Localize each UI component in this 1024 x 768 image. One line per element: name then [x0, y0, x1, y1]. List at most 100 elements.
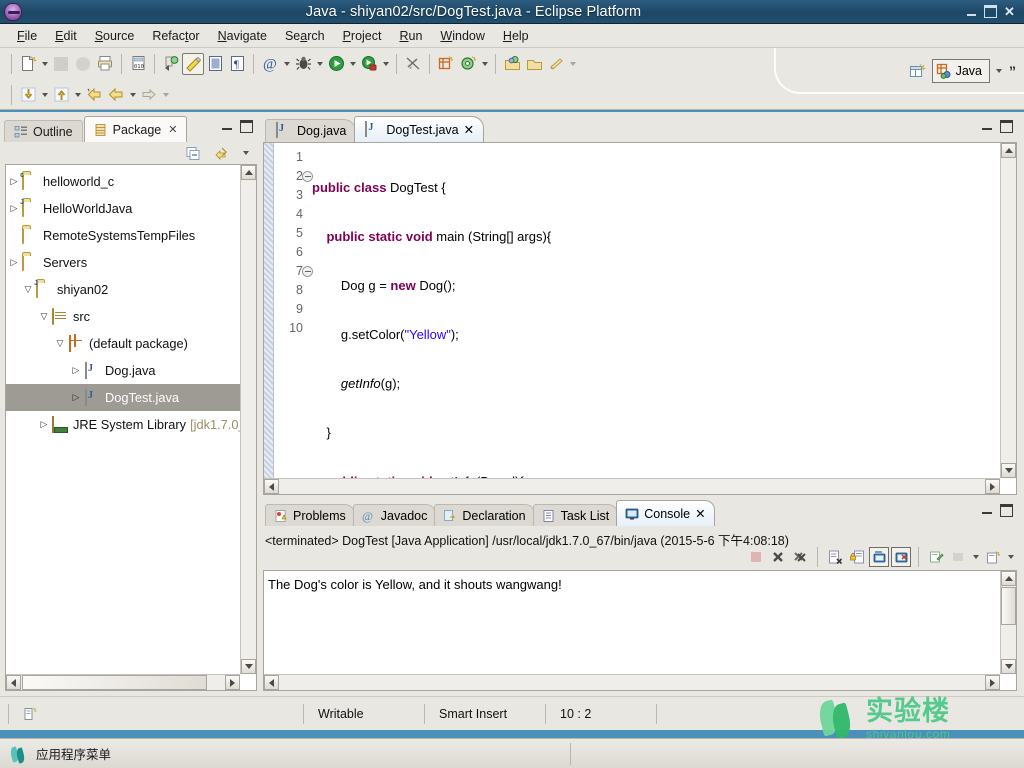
console-vertical-scrollbar[interactable]: [1000, 571, 1016, 674]
show-console-on-out-button[interactable]: [869, 547, 889, 567]
collapse-all-button[interactable]: [182, 142, 204, 164]
forward-arrow-dropdown[interactable]: [160, 84, 171, 106]
display-selected-console-button[interactable]: [948, 547, 968, 567]
scroll-left-button[interactable]: [6, 675, 21, 690]
scroll-up-button[interactable]: [241, 165, 256, 180]
application-menu-label[interactable]: 应用程序菜单: [36, 744, 111, 763]
save-button[interactable]: [50, 53, 72, 75]
close-button[interactable]: ✕: [1003, 5, 1016, 18]
tree-item-shiyan02[interactable]: ▽ J shiyan02: [6, 276, 242, 303]
scroll-down-button[interactable]: [241, 659, 256, 674]
remove-all-launches-button[interactable]: [790, 547, 810, 567]
tree-scrollbar-thumb[interactable]: [22, 675, 207, 690]
editor-vertical-scrollbar[interactable]: [1000, 143, 1016, 478]
menu-search[interactable]: Search: [276, 26, 334, 46]
print-button[interactable]: [94, 53, 116, 75]
scroll-right-button[interactable]: [225, 675, 240, 690]
run-button[interactable]: [325, 53, 347, 75]
tab-declaration[interactable]: Declaration: [434, 504, 535, 526]
annotation-ruler[interactable]: [264, 143, 274, 478]
minimize-button[interactable]: [965, 5, 978, 18]
tab-task-list[interactable]: Task List: [532, 504, 619, 526]
project-tree[interactable]: ▷ c helloworld_c ▷ J HelloWorldJava Remo…: [5, 164, 257, 691]
maximize-button[interactable]: [984, 5, 997, 18]
display-console-arrow[interactable]: [970, 546, 981, 568]
scroll-right-button[interactable]: [985, 479, 1000, 494]
shiyanlou-leaf-icon[interactable]: [9, 745, 28, 764]
build-all-button[interactable]: 010: [127, 53, 149, 75]
tab-outline[interactable]: Outline: [4, 120, 83, 142]
toolbar-overflow-indicator[interactable]: ”: [1009, 63, 1016, 79]
menu-file[interactable]: File: [8, 26, 46, 46]
tab-problems[interactable]: Problems: [265, 504, 355, 526]
remove-launch-button[interactable]: [768, 547, 788, 567]
perspective-java-button[interactable]: Java: [931, 59, 990, 83]
chevron-down-icon[interactable]: ▽: [36, 311, 52, 322]
editor-horizontal-scrollbar[interactable]: [264, 478, 1000, 494]
tree-horizontal-scrollbar[interactable]: [6, 674, 240, 690]
scroll-left-button[interactable]: [264, 675, 279, 690]
tree-item-helloworld_c[interactable]: ▷ c helloworld_c: [6, 168, 242, 195]
new-class-button[interactable]: [457, 53, 479, 75]
tree-vertical-scrollbar[interactable]: [240, 165, 256, 674]
tree-item-remotesystemstempfiles[interactable]: RemoteSystemsTempFiles: [6, 222, 242, 249]
back-arrow-dropdown[interactable]: [127, 84, 138, 106]
scroll-left-button[interactable]: [264, 479, 279, 494]
menu-refactor[interactable]: Refactor: [143, 26, 208, 46]
menu-source[interactable]: Source: [86, 26, 144, 46]
open-console-arrow[interactable]: [1005, 546, 1016, 568]
step-return-button[interactable]: [50, 84, 72, 106]
new-annotation-button[interactable]: @: [259, 53, 281, 75]
maximize-editor-button[interactable]: [1000, 120, 1013, 133]
tab-javadoc[interactable]: @ Javadoc: [352, 504, 437, 526]
back-button[interactable]: [105, 84, 127, 106]
console-output-area[interactable]: The Dog's color is Yellow, and it shouts…: [263, 570, 1017, 691]
maximize-view-button[interactable]: [240, 120, 253, 133]
open-perspective-button[interactable]: [907, 60, 929, 82]
step-return-arrow[interactable]: [72, 84, 83, 106]
chevron-right-icon[interactable]: ▷: [36, 419, 52, 430]
close-icon[interactable]: ✕: [168, 123, 177, 136]
step-into-arrow[interactable]: [39, 84, 50, 106]
activate-task-arrow[interactable]: [567, 53, 578, 75]
console-horizontal-scrollbar[interactable]: [264, 674, 1000, 690]
activate-task-button[interactable]: [545, 53, 567, 75]
tree-item-dogtest-java[interactable]: ▷ DogTest.java: [6, 384, 242, 411]
tab-package-explorer[interactable]: Package ✕: [83, 116, 188, 142]
new-annotation-arrow[interactable]: [281, 53, 292, 75]
forward-button[interactable]: [138, 84, 160, 106]
new-class-arrow[interactable]: [479, 53, 490, 75]
previous-edit-button[interactable]: [83, 84, 105, 106]
skip-breakpoints-button[interactable]: [402, 53, 424, 75]
chevron-down-icon[interactable]: ▽: [52, 338, 68, 349]
menu-help[interactable]: Help: [494, 26, 538, 46]
close-task-button[interactable]: [523, 53, 545, 75]
editor-tab-dogtest-java[interactable]: DogTest.java ✕: [354, 116, 485, 142]
tree-item-dog-java[interactable]: ▷ Dog.java: [6, 357, 242, 384]
minimize-console-button[interactable]: [981, 504, 994, 517]
editor-tab-dog-java[interactable]: Dog.java: [265, 119, 357, 142]
toggle-markoccurrences-button[interactable]: [182, 52, 204, 75]
tree-item-jre-system-library[interactable]: ▷ JRE System Library [jdk1.7.0_6: [6, 411, 242, 438]
scroll-up-button[interactable]: [1001, 571, 1016, 586]
clear-console-button[interactable]: [825, 547, 845, 567]
new-wizard-button[interactable]: [17, 53, 39, 75]
show-whitespace-button[interactable]: [204, 53, 226, 75]
tab-console[interactable]: Console ✕: [616, 500, 715, 526]
chevron-right-icon[interactable]: ▷: [6, 257, 22, 268]
minimize-view-button[interactable]: [221, 120, 234, 133]
save-all-button[interactable]: [72, 53, 94, 75]
chevron-right-icon[interactable]: ▷: [68, 392, 84, 403]
link-with-editor-button[interactable]: [211, 142, 233, 164]
coverage-button[interactable]: [358, 53, 380, 75]
scroll-right-button[interactable]: [985, 675, 1000, 690]
step-into-button[interactable]: [17, 84, 39, 106]
menu-navigate[interactable]: Navigate: [209, 26, 276, 46]
menu-run[interactable]: Run: [390, 26, 431, 46]
open-task-button[interactable]: [501, 53, 523, 75]
new-java-project-button[interactable]: [435, 53, 457, 75]
minimize-editor-button[interactable]: [981, 120, 994, 133]
menu-project[interactable]: Project: [334, 26, 391, 46]
show-pilcrow-button[interactable]: ¶: [226, 53, 248, 75]
scroll-down-button[interactable]: [1001, 659, 1016, 674]
